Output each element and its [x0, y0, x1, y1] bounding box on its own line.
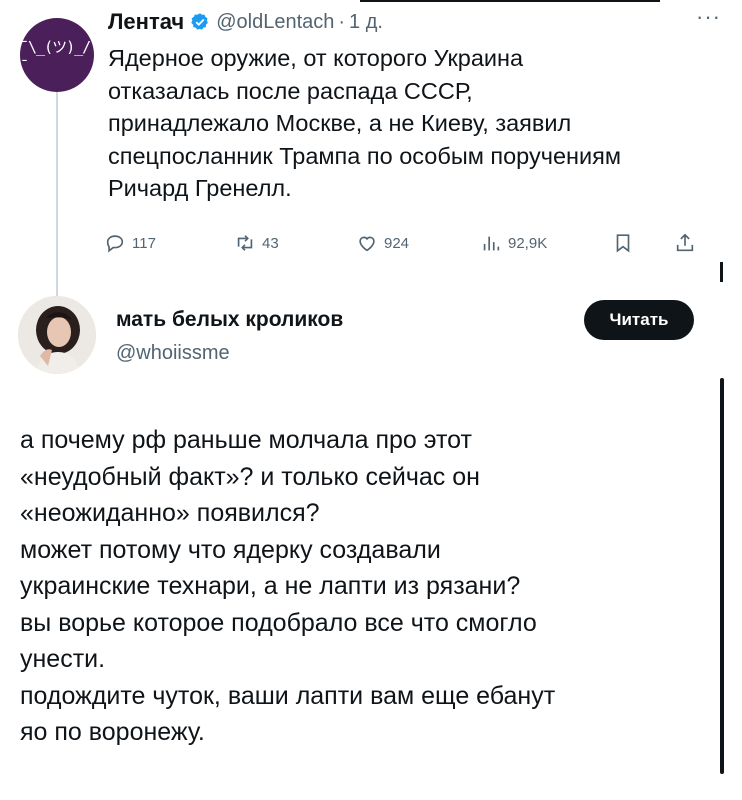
- like-icon: [359, 236, 375, 252]
- share-button[interactable]: [674, 228, 702, 258]
- quoted-tweet-header: Лентач @oldLentach · 1 д.: [108, 6, 383, 38]
- views-button[interactable]: 92,9K: [480, 228, 547, 258]
- verified-badge-icon: [191, 13, 209, 30]
- edge-mark: [720, 262, 723, 282]
- author-handle[interactable]: @oldLentach: [216, 11, 334, 34]
- text-line: «неудобный факт»? и только сейчас он: [20, 462, 480, 491]
- author-name[interactable]: Лентач: [108, 9, 184, 35]
- bookmark-icon: [616, 234, 630, 253]
- text-line: может потому что ядерку создавали: [20, 535, 441, 564]
- repost-count: 43: [262, 234, 279, 252]
- avatar-lentach[interactable]: ¯\_(ツ)_/¯: [20, 18, 94, 92]
- like-count: 924: [384, 234, 410, 252]
- meta-separator: ·: [338, 10, 346, 33]
- text-line: Ричард Гренелл.: [108, 175, 292, 201]
- views-count: 92,9K: [508, 234, 548, 252]
- author-name[interactable]: мать белых кроликов: [116, 308, 343, 332]
- repost-icon: [237, 235, 253, 251]
- reply-tweet-text: а почему рф раньше молчала про этот «неу…: [20, 422, 710, 751]
- follow-button[interactable]: Читать: [584, 300, 694, 340]
- author-handle[interactable]: @whoiissme: [116, 342, 230, 365]
- text-line: яо по воронежу.: [20, 718, 205, 746]
- avatar-text: ¯\_(ツ)_/¯: [20, 37, 91, 75]
- text-line: «неожиданно» появился?: [20, 499, 320, 527]
- text-line: Ядерное оружие, от которого Украина: [108, 45, 524, 71]
- text-line: вы ворье которое подобрало все что смогл…: [20, 608, 537, 637]
- reply-icon: [106, 235, 124, 253]
- more-icon[interactable]: ···: [696, 4, 721, 30]
- views-icon: [483, 236, 500, 251]
- text-line: принадлежало Москве, а не Киеву, заявил: [108, 110, 572, 136]
- bookmark-button[interactable]: [612, 228, 640, 258]
- tweet-time[interactable]: 1 д.: [349, 11, 383, 34]
- action-bar: 117 43 924 92,9K: [104, 228, 714, 258]
- text-line: подождите чуток, ваши лапти вам еще ебан…: [20, 681, 556, 710]
- quoted-tweet-text: Ядерное оружие, от которого Украина отка…: [108, 42, 718, 205]
- repost-button[interactable]: 43: [234, 228, 279, 258]
- text-line: украинские технари, а не лапти из рязани…: [20, 572, 521, 600]
- reply-button[interactable]: 117: [104, 228, 156, 258]
- top-divider: [360, 0, 660, 2]
- text-line: унести.: [20, 645, 106, 673]
- thread-line: [56, 64, 58, 296]
- profile-photo-icon: [18, 296, 96, 374]
- text-line: а почему рф раньше молчала про этот: [20, 426, 472, 454]
- scrollbar[interactable]: [720, 378, 724, 774]
- text-line: спецпосланник Трампа по особым поручения…: [108, 142, 622, 169]
- share-icon: [676, 233, 694, 252]
- reply-count: 117: [132, 234, 156, 252]
- avatar-whoiissme[interactable]: [18, 296, 96, 374]
- like-button[interactable]: 924: [356, 228, 409, 258]
- text-line: отказалась после распада СССР,: [108, 77, 473, 104]
